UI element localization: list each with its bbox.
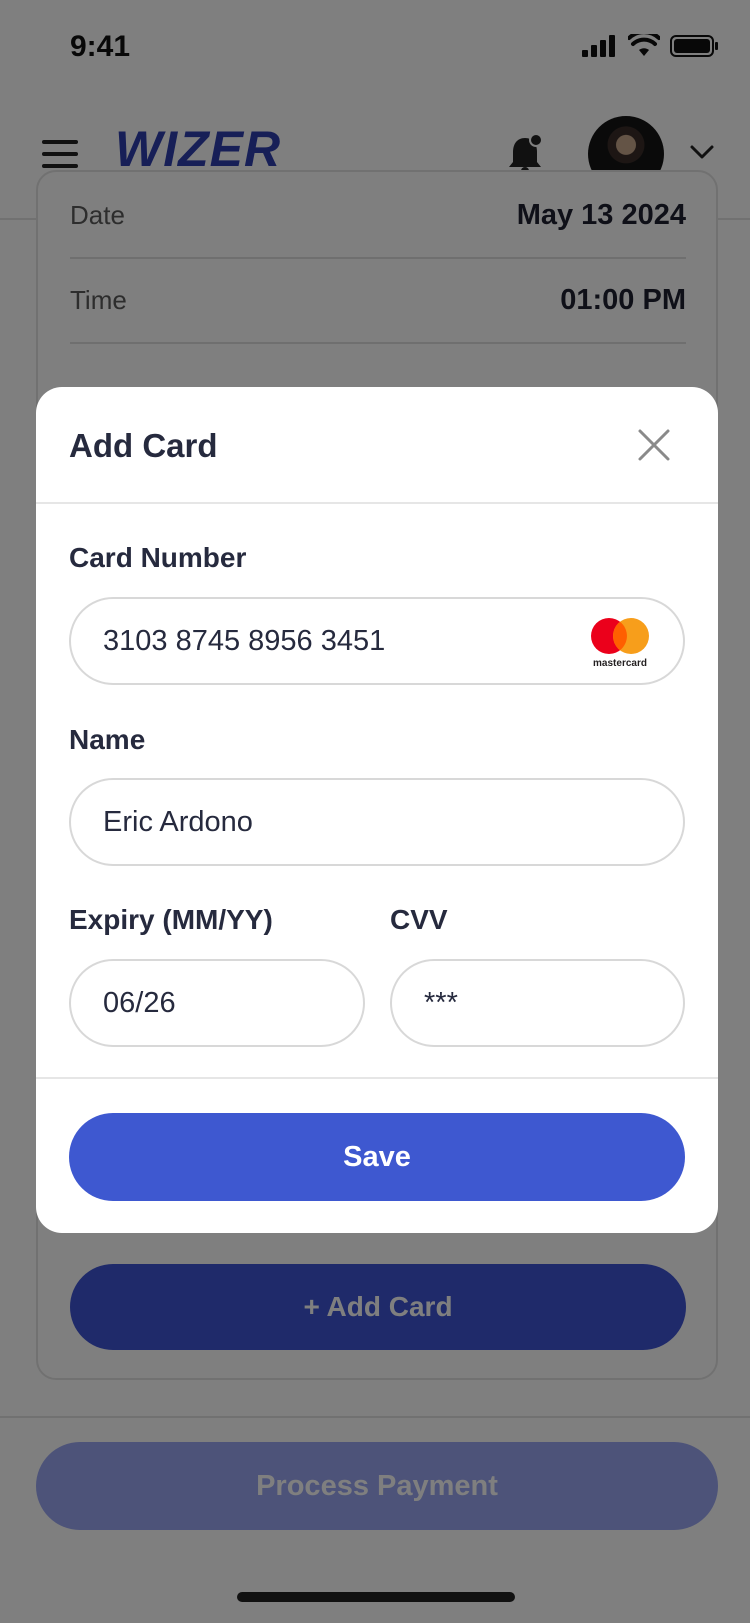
modal-header: Add Card (36, 387, 718, 504)
cvv-label: CVV (390, 904, 448, 935)
modal-title: Add Card (69, 427, 218, 464)
card-number-label: Card Number (69, 542, 247, 573)
expiry-label: Expiry (MM/YY) (69, 904, 273, 935)
card-brand-text: mastercard (593, 658, 647, 669)
expiry-value: 06/26 (103, 986, 176, 1019)
home-indicator[interactable] (237, 1592, 515, 1602)
cvv-input[interactable]: *** (390, 959, 685, 1047)
expiry-input[interactable]: 06/26 (69, 959, 365, 1047)
card-number-input[interactable]: 3103 8745 8956 3451 mastercard (69, 597, 685, 685)
card-number-value: 3103 8745 8956 3451 (103, 624, 386, 657)
add-card-modal: Add Card Card Number 3103 8745 8956 3451… (36, 387, 718, 1233)
name-label: Name (69, 724, 146, 755)
close-icon[interactable] (636, 427, 672, 463)
mastercard-icon: mastercard (591, 618, 649, 669)
cvv-value: *** (424, 986, 458, 1019)
save-button[interactable]: Save (69, 1113, 685, 1201)
modal-divider (36, 1077, 718, 1079)
name-input[interactable]: Eric Ardono (69, 778, 685, 866)
name-value: Eric Ardono (103, 805, 253, 838)
